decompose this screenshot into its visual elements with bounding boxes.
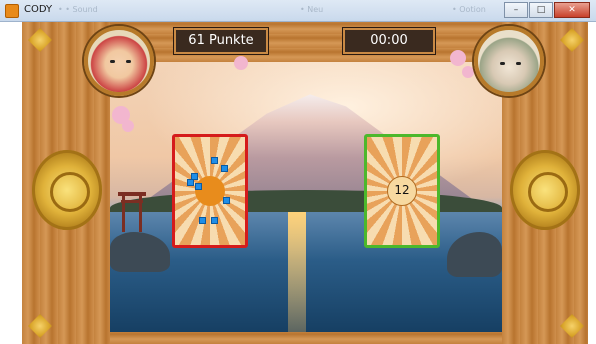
samurai-boy-avatar-icon	[84, 26, 154, 96]
timer-display: 00:00	[343, 28, 435, 54]
dot	[187, 179, 194, 186]
card-number: 12	[394, 183, 410, 197]
blossom-left-2	[122, 120, 134, 132]
dot	[221, 165, 228, 172]
blossom-top	[234, 56, 248, 70]
torii-gate	[118, 192, 146, 232]
medallion-right-icon	[510, 150, 580, 230]
dot	[211, 157, 218, 164]
window-title: CODY	[24, 4, 53, 15]
lake	[110, 212, 502, 332]
dot	[199, 217, 206, 224]
old-sage-avatar-icon	[474, 26, 544, 96]
window-titlebar: CODY • • Sound • Neu • Ootion – □ ✕	[0, 0, 596, 22]
close-button[interactable]: ✕	[554, 2, 590, 18]
game-area: 61 Punkte 00:00 12	[22, 22, 588, 344]
blossom-right-2	[462, 66, 474, 78]
app-icon	[5, 4, 19, 18]
dot	[191, 173, 198, 180]
wood-frame-top	[110, 22, 502, 62]
dot	[195, 183, 202, 190]
card-center-circle	[195, 176, 225, 206]
maximize-button[interactable]: □	[529, 2, 553, 18]
menu-new[interactable]: • Neu	[300, 5, 323, 14]
menu-sound[interactable]: • • Sound	[58, 5, 98, 14]
wood-frame-bottom	[110, 332, 502, 344]
medallion-left-icon	[32, 150, 102, 230]
minimize-button[interactable]: –	[504, 2, 528, 18]
sun-reflection	[288, 212, 306, 332]
blossom-right	[450, 50, 466, 66]
dot	[211, 217, 218, 224]
background-scene	[110, 62, 502, 332]
window-controls: – □ ✕	[503, 2, 590, 18]
dot-card[interactable]	[172, 134, 248, 248]
menu-options[interactable]: • Ootion	[452, 5, 486, 14]
dot	[223, 197, 230, 204]
number-card[interactable]: 12	[364, 134, 440, 248]
points-display: 61 Punkte	[174, 28, 268, 54]
